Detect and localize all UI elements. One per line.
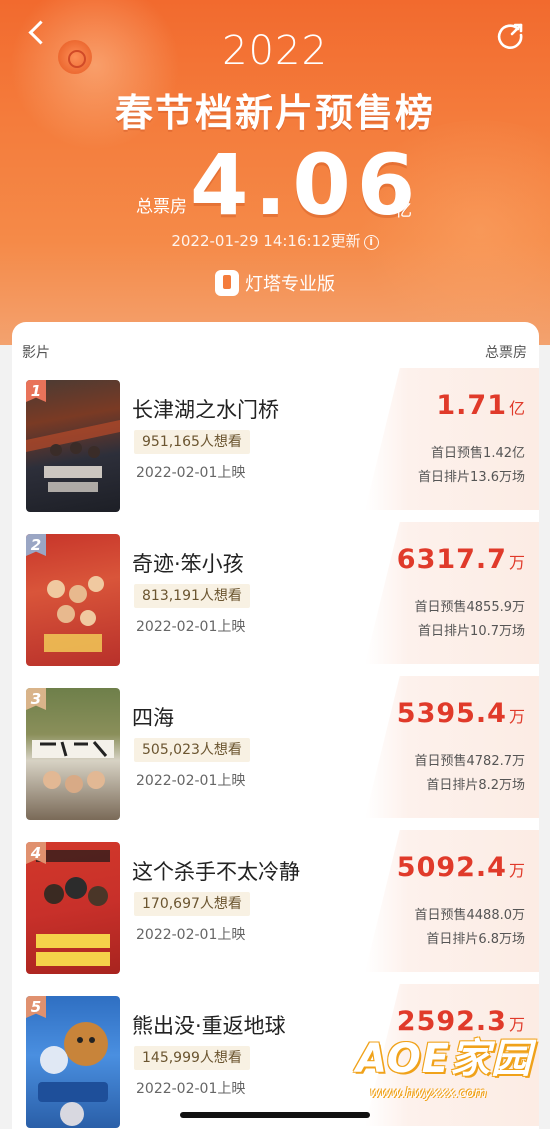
want-count-badge: 170,697人想看 [134, 892, 250, 916]
release-date: 2022-02-01上映 [136, 619, 246, 635]
first-day-presale: 首日预售4488.0万 [414, 908, 526, 923]
movie-title[interactable]: 四海 [132, 702, 174, 732]
movie-poster[interactable]: 4 [26, 842, 120, 974]
column-header-gross: 总票房 [485, 345, 527, 361]
total-value: 4.06 [190, 136, 422, 234]
movie-title[interactable]: 这个杀手不太冷静 [132, 856, 300, 886]
gross-unit: 万 [508, 553, 525, 572]
gross-number: 6317.7 [396, 544, 507, 575]
movie-poster[interactable]: 2 [26, 534, 120, 666]
gross-value: 6317.7 万 [397, 544, 525, 575]
gross-value: 5395.4 万 [397, 698, 525, 729]
release-date: 2022-02-01上映 [136, 1081, 246, 1097]
want-count-badge: 951,165人想看 [134, 430, 250, 454]
gross-value: 1.71 亿 [436, 390, 525, 421]
movie-row[interactable]: 2 奇迹·笨小孩 813,191人想看 2022-02-01上映 6317.7 万… [12, 522, 539, 676]
year-label: 2022 [222, 28, 328, 74]
header-banner: 2022 春节档新片预售榜 总票房 4.06 亿 2022-01-29 14:1… [0, 0, 550, 345]
gross-number: 1.71 [436, 390, 507, 421]
column-header-film: 影片 [22, 345, 50, 361]
total-box-office: 总票房 4.06 亿 [0, 136, 550, 234]
first-day-schedule: 首日排片6.8万场 [426, 932, 525, 947]
home-indicator[interactable] [180, 1112, 370, 1118]
first-day-presale: 首日预售4782.7万 [414, 754, 526, 769]
gross-unit: 万 [508, 861, 525, 880]
movie-title[interactable]: 奇迹·笨小孩 [132, 548, 244, 578]
total-unit: 亿 [395, 201, 412, 221]
gross-number: 5092.4 [396, 852, 507, 883]
update-time-text: 2022-01-29 14:16:12更新 [171, 232, 361, 250]
lighthouse-icon [215, 270, 239, 296]
total-label: 总票房 [136, 197, 187, 217]
movie-row[interactable]: 5 熊出没·重返地球 145,999人想看 2022-02-01上映 2592.… [12, 984, 539, 1129]
ranking-list: 影片 总票房 1 长津湖之水门桥 951,165人想看 2022-02-01上映… [12, 322, 539, 1129]
want-count-badge: 505,023人想看 [134, 738, 250, 762]
movie-row[interactable]: 1 长津湖之水门桥 951,165人想看 2022-02-01上映 1.71 亿 … [12, 368, 539, 522]
info-icon[interactable]: i [363, 235, 379, 250]
release-date: 2022-02-01上映 [136, 773, 246, 789]
brand-name: 灯塔专业版 [245, 274, 335, 295]
gross-number: 2592.3 [396, 1006, 507, 1037]
first-day-presale: 首日预售4855.9万 [414, 600, 526, 615]
brand-logo: 灯塔专业版 [0, 270, 550, 296]
gross-value: 2592.3 万 [397, 1006, 525, 1037]
movie-row[interactable]: 4 这个杀手不太冷静 170,697人想看 2022-02-01上映 5092.… [12, 830, 539, 984]
release-date: 2022-02-01上映 [136, 927, 246, 943]
movie-row[interactable]: 3 四海 505,023人想看 2022-02-01上映 5395.4 万 首日预… [12, 676, 539, 830]
movie-poster[interactable]: 3 [26, 688, 120, 820]
gross-unit: 万 [508, 707, 525, 726]
first-day-schedule: 首日排片8.2万场 [426, 778, 525, 793]
page-title: 春节档新片预售榜 [114, 91, 435, 135]
movie-title[interactable]: 熊出没·重返地球 [132, 1010, 286, 1040]
movie-poster[interactable]: 1 [26, 380, 120, 512]
want-count-badge: 813,191人想看 [134, 584, 250, 608]
release-date: 2022-02-01上映 [136, 465, 246, 481]
movie-poster[interactable]: 5 [26, 996, 120, 1128]
gross-unit: 万 [508, 1015, 525, 1034]
first-day-schedule: 首日排片10.7万场 [418, 624, 525, 639]
gross-value: 5092.4 万 [397, 852, 525, 883]
update-time[interactable]: 2022-01-29 14:16:12更新 i [0, 230, 550, 251]
gross-number: 5395.4 [396, 698, 507, 729]
first-day-schedule: 首日排片13.6万场 [418, 470, 525, 485]
want-count-badge: 145,999人想看 [134, 1046, 250, 1070]
first-day-presale: 首日预售1.42亿 [431, 446, 525, 461]
movie-title[interactable]: 长津湖之水门桥 [132, 394, 279, 424]
gross-unit: 亿 [508, 399, 525, 418]
